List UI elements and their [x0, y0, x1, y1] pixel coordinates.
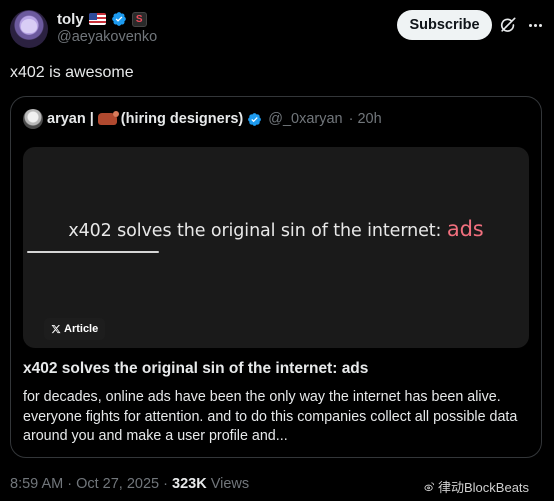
views-label: Views [206, 476, 250, 492]
cover-headline-accent: ads [446, 217, 484, 241]
tweet-meta: 8:59 AM · Oct 27, 2025 · 323K Views [10, 476, 249, 492]
quoted-tweet[interactable]: aryan | (hiring designers) @_0xaryan · 2… [10, 96, 542, 458]
cow-emoji-icon [97, 111, 119, 125]
verified-badge-icon[interactable] [111, 11, 127, 27]
quoted-author-avatar[interactable] [23, 109, 43, 129]
us-flag-icon [88, 13, 106, 25]
x-logo-icon [51, 324, 61, 334]
quoted-author-row: aryan | (hiring designers) @_0xaryan · 2… [23, 109, 382, 129]
quoted-author-suffix[interactable]: (hiring designers) [121, 111, 243, 127]
article-excerpt: for decades, online ads have been the on… [23, 389, 518, 444]
author-handle[interactable]: @aeyakovenko [57, 29, 157, 45]
article-title[interactable]: x402 solves the original sin of the inte… [23, 360, 368, 378]
quoted-author-name[interactable]: aryan | [47, 111, 94, 127]
watermark-text: 律动BlockBeats [438, 480, 530, 495]
cover-underline-stroke [27, 251, 159, 253]
affiliate-badge-icon[interactable]: S [131, 11, 147, 27]
author-avatar[interactable] [10, 10, 48, 48]
article-cover-headline: x402 solves the original sin of the inte… [23, 217, 529, 241]
article-badge: Article [44, 318, 106, 340]
author-display-name[interactable]: toly [57, 11, 84, 28]
quoted-verified-badge-icon [248, 112, 262, 126]
cover-headline-text: x402 solves the original sin of the inte… [68, 221, 442, 241]
weibo-logo-icon [424, 482, 435, 492]
views-count: 323K [172, 476, 207, 492]
article-badge-label: Article [64, 323, 99, 335]
tweet-timestamp[interactable]: 8:59 AM · Oct 27, 2025 · [10, 476, 172, 492]
tweet-text: x402 is awesome [10, 64, 134, 81]
watermark: 律动BlockBeats [424, 477, 529, 496]
quoted-handle[interactable]: @_0xaryan [268, 111, 342, 127]
grok-icon[interactable] [498, 15, 518, 35]
quoted-timestamp[interactable]: · 20h [349, 111, 382, 127]
more-options-icon[interactable] [525, 15, 545, 35]
subscribe-button[interactable]: Subscribe [397, 10, 492, 40]
author-name-row: toly S [57, 10, 147, 28]
article-cover-image[interactable]: x402 solves the original sin of the inte… [23, 147, 529, 348]
